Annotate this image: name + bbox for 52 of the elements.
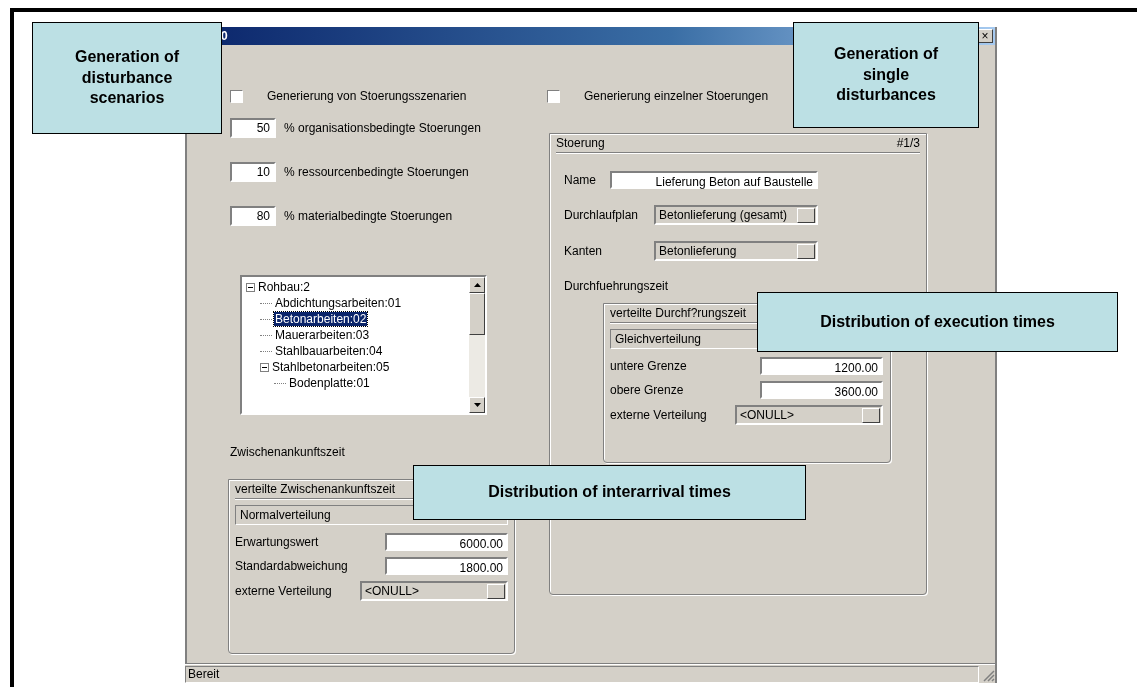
percent-field[interactable]: 10 xyxy=(230,162,276,182)
number-field[interactable]: 3600.00 xyxy=(760,381,883,399)
record-counter: #1/3 xyxy=(896,136,920,150)
field-label: % materialbedingte Stoerungen xyxy=(284,209,453,223)
percent-field[interactable]: 80 xyxy=(230,206,276,226)
number-field[interactable]: 1800.00 xyxy=(385,557,508,575)
field-label: Durchlaufplan xyxy=(564,208,640,222)
checkbox-label: Generierung einzelner Stoerungen xyxy=(584,89,769,103)
checkbox-label: Generierung von Stoerungsszenarien xyxy=(267,89,467,103)
dropdown[interactable]: <ONULL> xyxy=(735,405,883,425)
collapse-icon[interactable] xyxy=(246,282,255,292)
checkbox[interactable] xyxy=(230,89,243,103)
callout: Generation of disturbance scenarios xyxy=(32,22,222,134)
tree-item[interactable]: Mauerarbeiten:03 xyxy=(274,328,371,342)
dropdown[interactable]: <ONULL> xyxy=(360,581,508,601)
callout: Distribution of interarrival times xyxy=(413,465,806,520)
callout: Generation of single disturbances xyxy=(793,22,979,128)
field-label: Name xyxy=(564,173,597,187)
field-label: externe Verteilung xyxy=(235,584,333,598)
tree-item[interactable]: Stahlbauarbeiten:04 xyxy=(274,344,384,358)
field-label: % organisationsbedingte Stoerungen xyxy=(284,121,481,135)
section-label: Zwischenankunftszeit xyxy=(230,445,345,459)
tree-item[interactable]: Abdichtungsarbeiten:01 xyxy=(274,296,403,310)
up-arrow-icon[interactable] xyxy=(473,283,481,287)
group-title: Stoerung xyxy=(556,136,605,150)
field-label: % ressourcenbedingte Stoerungen xyxy=(284,165,469,179)
dropdown[interactable]: Betonlieferung (gesamt) xyxy=(654,205,818,225)
tree-item[interactable]: Stahlbetonarbeiten:05 xyxy=(271,360,391,374)
tree-item[interactable]: Bodenplatte:01 xyxy=(288,376,371,390)
percent-field[interactable]: 50 xyxy=(230,118,276,138)
number-field[interactable]: 6000.00 xyxy=(385,533,508,551)
group-title: verteilte Durchf?rungszeit xyxy=(610,306,747,320)
scrollbar[interactable] xyxy=(469,277,485,413)
dropdown[interactable]: Betonlieferung xyxy=(654,241,818,261)
field-label: Kanten xyxy=(564,244,604,258)
tree-item[interactable]: Rohbau:2 xyxy=(257,280,312,294)
callout: Distribution of execution times xyxy=(757,292,1118,352)
window-title: 0 xyxy=(221,29,228,43)
field-label: Standardabweichung xyxy=(235,559,349,573)
down-arrow-icon[interactable] xyxy=(473,403,481,407)
collapse-icon[interactable] xyxy=(260,362,269,372)
status-bar: Bereit xyxy=(185,665,979,683)
text-field[interactable]: Lieferung Beton auf Baustelle xyxy=(610,171,818,189)
number-field[interactable]: 1200.00 xyxy=(760,357,883,375)
field-label: obere Grenze xyxy=(610,383,685,397)
section-label: Durchfuehrungszeit xyxy=(564,279,669,293)
group-title: verteilte Zwischenankunftszeit xyxy=(235,482,396,496)
field-label: untere Grenze xyxy=(610,359,688,373)
field-label: Erwartungswert xyxy=(235,535,320,549)
tree-item[interactable]: Betonarbeiten:02 xyxy=(274,312,368,326)
checkbox[interactable] xyxy=(547,89,560,103)
field-label: externe Verteilung xyxy=(610,408,708,422)
